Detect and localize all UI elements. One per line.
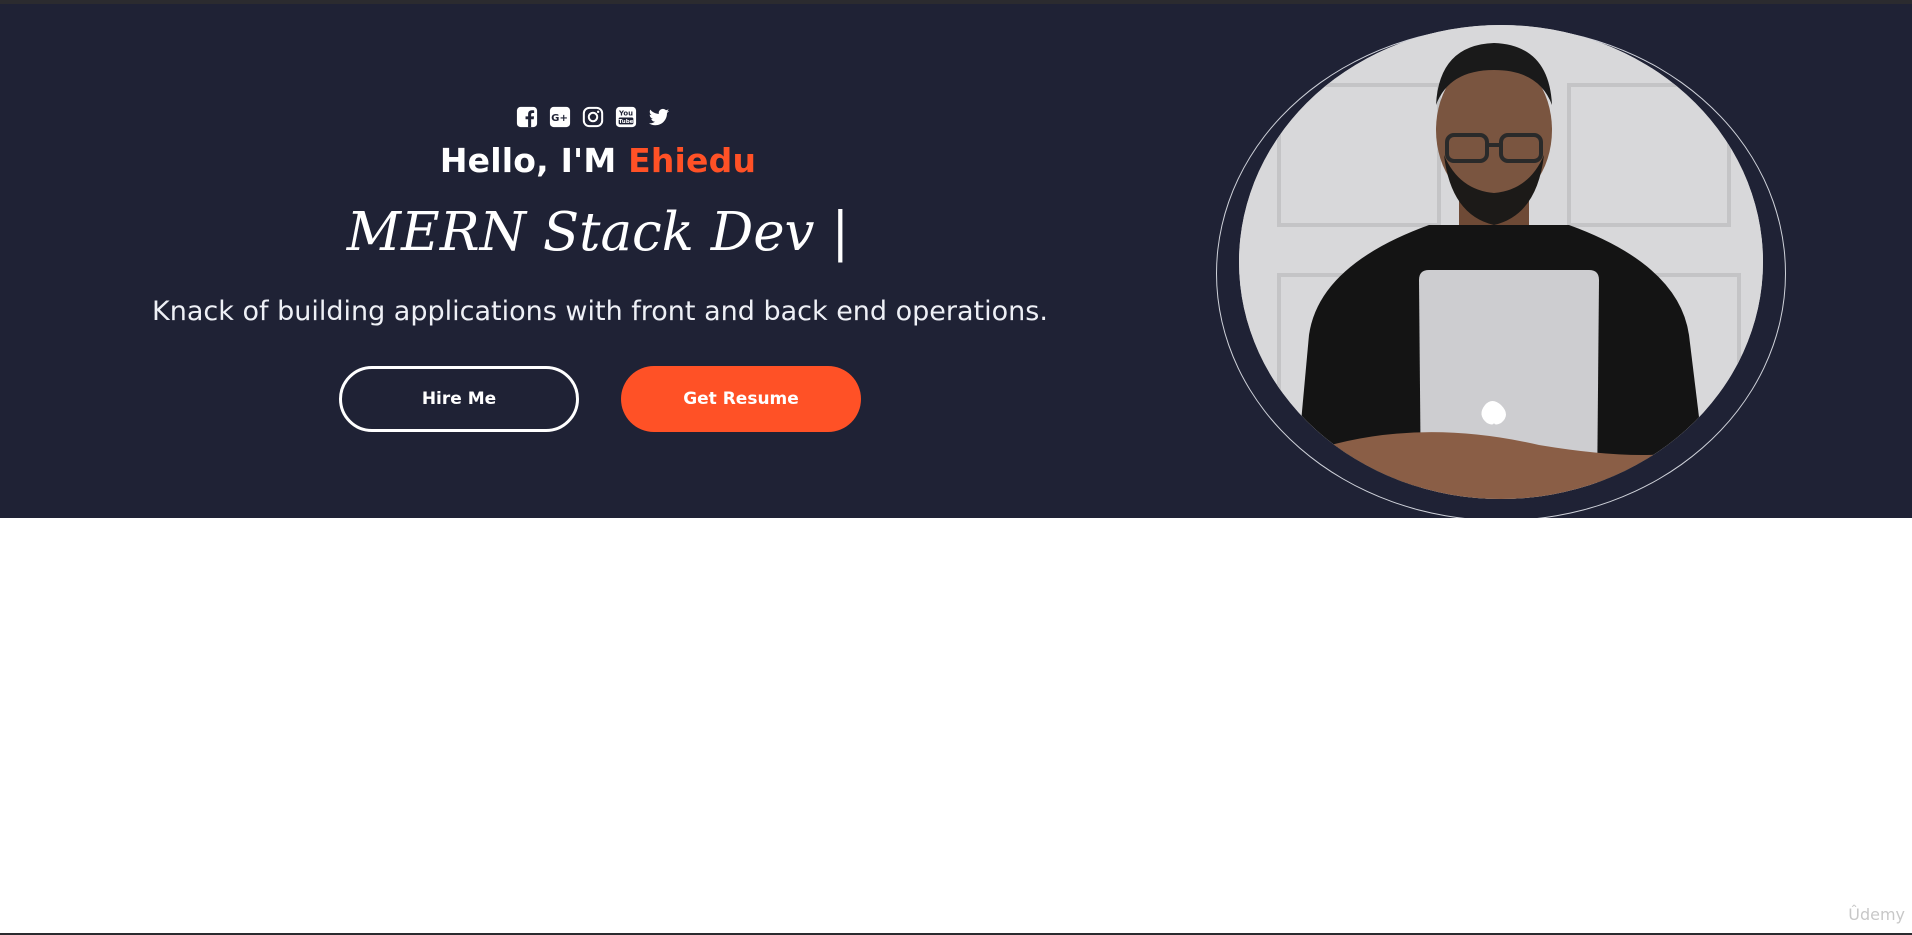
hero-section: G+ You Tube Hello, I'M Ehiedu MERN Stack … bbox=[0, 4, 1912, 518]
watermark: Ûdemy bbox=[1848, 905, 1905, 924]
greeting-text: Hello, I'M bbox=[439, 141, 629, 180]
role-text: MERN Stack Dev bbox=[346, 202, 815, 263]
svg-text:G+: G+ bbox=[551, 113, 568, 124]
instagram-icon[interactable] bbox=[582, 106, 604, 128]
facebook-icon[interactable] bbox=[516, 106, 538, 128]
hire-me-button[interactable]: Hire Me bbox=[339, 366, 579, 432]
typing-cursor: | bbox=[831, 202, 850, 263]
youtube-icon[interactable]: You Tube bbox=[615, 106, 637, 128]
twitter-icon[interactable] bbox=[648, 106, 670, 128]
social-links: G+ You Tube bbox=[516, 106, 670, 132]
name-highlight: Ehiedu bbox=[628, 141, 757, 180]
google-plus-icon[interactable]: G+ bbox=[549, 106, 571, 128]
svg-text:Tube: Tube bbox=[619, 119, 634, 125]
svg-text:You: You bbox=[618, 110, 633, 118]
greeting-heading: Hello, I'M Ehiedu bbox=[0, 141, 1196, 180]
tagline: Knack of building applications with fron… bbox=[152, 296, 1048, 327]
profile-photo bbox=[1239, 25, 1763, 499]
role-typewriter: MERN Stack Dev | bbox=[0, 202, 1196, 263]
get-resume-button[interactable]: Get Resume bbox=[621, 366, 861, 432]
